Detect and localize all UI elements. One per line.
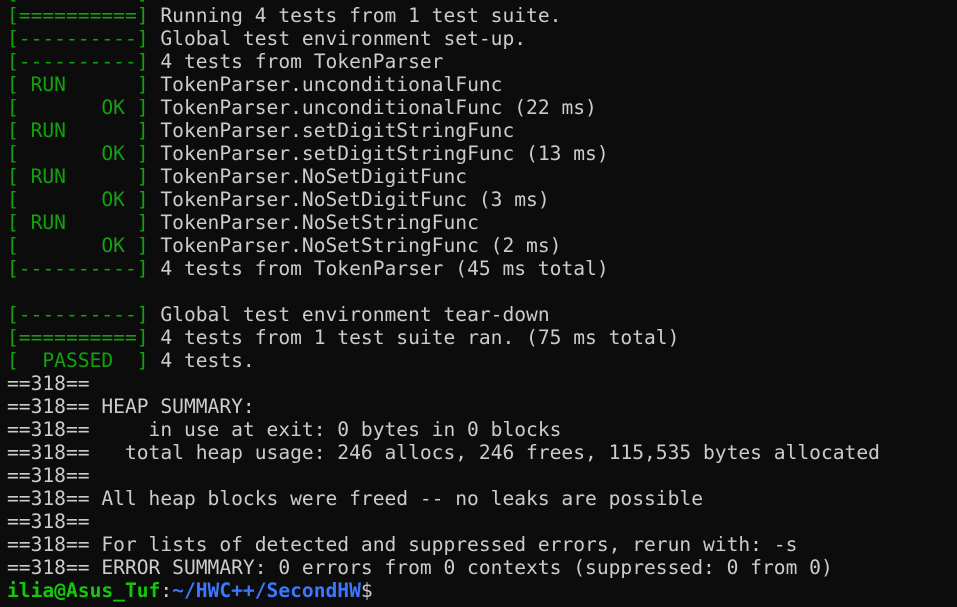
output-line: [----------] Global test environment tea… <box>7 303 957 326</box>
valgrind-line: ==318== <box>7 510 957 533</box>
shell-prompt[interactable]: ilia@Asus_Tuf:~/HWC++/SecondHW$ <box>7 579 957 602</box>
output-line: [ OK ] TokenParser.NoSetDigitFunc (3 ms) <box>7 188 957 211</box>
line-text: ==318== <box>7 510 90 533</box>
output-line: [ OK ] TokenParser.unconditionalFunc (22… <box>7 96 957 119</box>
line-text: ==318== All heap blocks were freed -- no… <box>7 487 703 510</box>
prompt-user-host: ilia@Asus_Tuf <box>7 579 161 602</box>
line-tag: [----------] <box>7 303 149 326</box>
prompt-path: ~/HWC++/SecondHW <box>172 579 361 602</box>
output-line: [ PASSED ] 4 tests. <box>7 349 957 372</box>
output-line: [==========] Running 4 tests from 1 test… <box>7 4 957 27</box>
line-text: 4 tests from TokenParser <box>148 50 444 73</box>
line-text: TokenParser.NoSetStringFunc <box>148 211 479 234</box>
output-line: [----------] 4 tests from TokenParser <box>7 50 957 73</box>
line-tag: [ OK ] <box>7 188 149 211</box>
output-line: [ RUN ] TokenParser.setDigitStringFunc <box>7 119 957 142</box>
valgrind-line: ==318== ERROR SUMMARY: 0 errors from 0 c… <box>7 556 957 579</box>
line-tag: [ OK ] <box>7 234 149 257</box>
line-tag: [==========] <box>7 326 149 349</box>
valgrind-line: ==318== All heap blocks were freed -- no… <box>7 487 957 510</box>
line-text: ==318== total heap usage: 246 allocs, 24… <box>7 441 880 464</box>
line-text: 4 tests from TokenParser (45 ms total) <box>148 257 609 280</box>
valgrind-line: ==318== in use at exit: 0 bytes in 0 blo… <box>7 418 957 441</box>
line-text: ==318== HEAP SUMMARY: <box>7 395 255 418</box>
output-line: [ RUN ] TokenParser.NoSetDigitFunc <box>7 165 957 188</box>
line-text: Running 4 tests from 1 test suite. <box>148 4 562 27</box>
line-text: 4 tests. <box>148 349 255 372</box>
line-tag: [----------] <box>7 257 149 280</box>
prompt-separator: : <box>160 579 173 602</box>
line-tag: [ PASSED ] <box>7 349 149 372</box>
valgrind-line: ==318== <box>7 372 957 395</box>
output-line: [ OK ] TokenParser.setDigitStringFunc (1… <box>7 142 957 165</box>
line-text: ==318== For lists of detected and suppre… <box>7 533 798 556</box>
line-text: Global test environment set-up. <box>148 27 527 50</box>
line-tag: [ RUN ] <box>7 119 149 142</box>
line-text: ==318== <box>7 464 90 487</box>
line-text: ==318== in use at exit: 0 bytes in 0 blo… <box>7 418 562 441</box>
line-text: Global test environment tear-down <box>148 303 550 326</box>
valgrind-line: ==318== <box>7 464 957 487</box>
output-line: [----------] Global test environment set… <box>7 27 957 50</box>
line-tag: [ RUN ] <box>7 165 149 188</box>
line-text: TokenParser.setDigitStringFunc <box>148 119 515 142</box>
line-text: TokenParser.unconditionalFunc (22 ms) <box>148 96 597 119</box>
line-tag: [ RUN ] <box>7 211 149 234</box>
output-line: [----------] 4 tests from TokenParser (4… <box>7 257 957 280</box>
line-tag: [----------] <box>7 50 149 73</box>
line-tag: [ OK ] <box>7 142 149 165</box>
terminal-window[interactable]: [==========] [==========] Running 4 test… <box>0 0 957 607</box>
line-text: 4 tests from 1 test suite ran. (75 ms to… <box>148 326 680 349</box>
valgrind-line: ==318== HEAP SUMMARY: <box>7 395 957 418</box>
output-line: [ OK ] TokenParser.NoSetStringFunc (2 ms… <box>7 234 957 257</box>
line-tag: [ RUN ] <box>7 73 149 96</box>
line-text: ==318== <box>7 372 90 395</box>
output-line: [ RUN ] TokenParser.NoSetStringFunc <box>7 211 957 234</box>
line-text: TokenParser.NoSetStringFunc (2 ms) <box>148 234 562 257</box>
line-text: ==318== ERROR SUMMARY: 0 errors from 0 c… <box>7 556 833 579</box>
line-tag: [ OK ] <box>7 96 149 119</box>
line-tag: [----------] <box>7 27 149 50</box>
line-text: TokenParser.NoSetDigitFunc <box>148 165 468 188</box>
line-text: TokenParser.NoSetDigitFunc (3 ms) <box>148 188 550 211</box>
line-text: TokenParser.unconditionalFunc <box>148 73 503 96</box>
valgrind-line: ==318== total heap usage: 246 allocs, 24… <box>7 441 957 464</box>
output-line: [==========] 4 tests from 1 test suite r… <box>7 326 957 349</box>
output-line: [ RUN ] TokenParser.unconditionalFunc <box>7 73 957 96</box>
line-tag: [==========] <box>7 4 149 27</box>
line-text: TokenParser.setDigitStringFunc (13 ms) <box>148 142 609 165</box>
prompt-symbol: $ <box>360 579 373 602</box>
valgrind-line: ==318== For lists of detected and suppre… <box>7 533 957 556</box>
